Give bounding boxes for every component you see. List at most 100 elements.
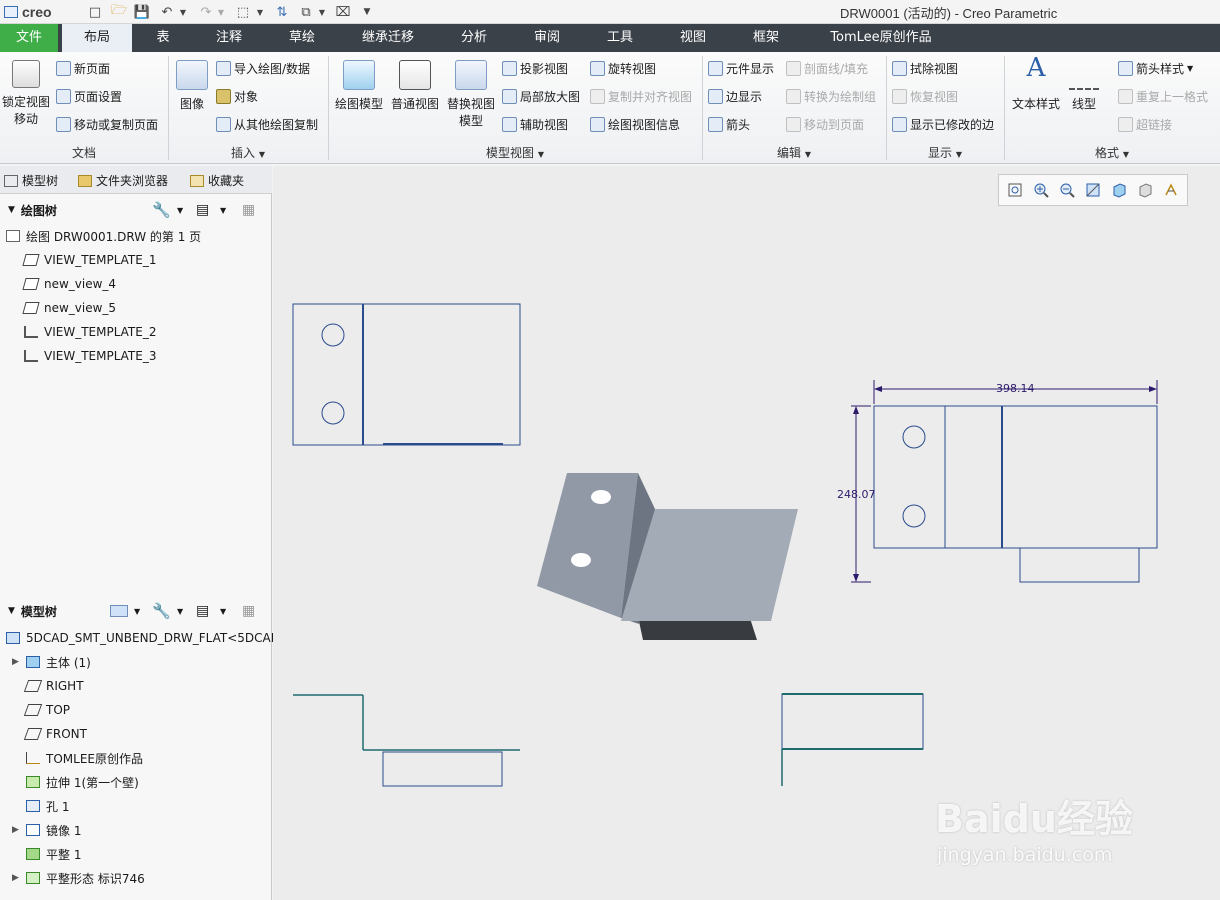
tree-filter-icon[interactable]: ▦ bbox=[242, 603, 255, 619]
regenerate-icon[interactable]: ⇅ bbox=[272, 3, 292, 21]
window-menu-icon[interactable] bbox=[4, 6, 18, 18]
tree-columns-icon[interactable]: ▤ bbox=[196, 603, 209, 619]
drawing-tree-item[interactable]: 绘图 DRW0001.DRW 的第 1 页 bbox=[6, 226, 201, 246]
undo-dropdown-icon[interactable]: ▼ bbox=[178, 3, 188, 21]
flat-view-right[interactable] bbox=[851, 380, 1158, 583]
flat-view-top-left[interactable] bbox=[292, 303, 521, 446]
copy-from-drawing-button[interactable]: 从其他绘图复制 bbox=[216, 116, 318, 133]
move-to-page-button[interactable]: 移动到页面 bbox=[786, 116, 864, 133]
convert-draft-button[interactable]: 转换为绘制组 bbox=[786, 88, 876, 105]
page-setup-button[interactable]: 页面设置 bbox=[56, 88, 122, 105]
edge-display-button[interactable]: 边显示 bbox=[708, 88, 762, 105]
group-label-model-views[interactable]: 模型视图 ▼ bbox=[328, 144, 702, 160]
close-window-icon[interactable]: ⌧ bbox=[334, 3, 352, 21]
revolved-view-button[interactable]: 旋转视图 bbox=[590, 60, 656, 77]
nav-tab-favorites[interactable]: 收藏夹 bbox=[190, 172, 244, 189]
show-modified-edges-button[interactable]: 显示已修改的边 bbox=[892, 116, 994, 133]
tab-table[interactable]: 表 bbox=[140, 24, 186, 52]
projection-view-button[interactable]: 投影视图 bbox=[502, 60, 568, 77]
expand-arrow-icon[interactable]: ▶ bbox=[12, 873, 20, 883]
tab-annotate[interactable]: 注释 bbox=[205, 24, 253, 52]
tree-settings-dropdown-icon[interactable]: ▼ bbox=[177, 206, 183, 215]
drawing-tree-item[interactable]: VIEW_TEMPLATE_3 bbox=[24, 346, 156, 366]
resume-view-button[interactable]: 恢复视图 bbox=[892, 88, 958, 105]
model-tree-item[interactable]: 5DCAD_SMT_UNBEND_DRW_FLAT<5DCAD bbox=[6, 628, 280, 648]
isometric-part-view[interactable] bbox=[537, 473, 798, 640]
model-tree-item[interactable]: 平整 1 bbox=[12, 844, 81, 864]
tab-tools[interactable]: 工具 bbox=[596, 24, 644, 52]
side-view-bottom-left[interactable] bbox=[293, 694, 520, 787]
model-tree-item[interactable]: ▶ 镜像 1 bbox=[12, 820, 81, 840]
undo-icon[interactable]: ↶ bbox=[157, 3, 177, 21]
copy-align-view-button[interactable]: 复制并对齐视图 bbox=[590, 88, 692, 105]
select-box-icon[interactable]: ⬚ bbox=[232, 3, 254, 21]
drawing-view-info-button[interactable]: 绘图视图信息 bbox=[590, 116, 680, 133]
customize-toolbar-icon[interactable]: ▼ bbox=[360, 3, 374, 21]
model-tree-item[interactable]: 拉伸 1(第一个壁) bbox=[12, 772, 139, 792]
tab-review[interactable]: 审阅 bbox=[523, 24, 571, 52]
redo-dropdown-icon[interactable]: ▼ bbox=[216, 3, 226, 21]
windows-icon[interactable]: ⧉ bbox=[296, 3, 316, 21]
element-display-button[interactable]: 元件显示 bbox=[708, 60, 774, 77]
import-drawing-button[interactable]: 导入绘图/数据 bbox=[216, 60, 310, 77]
text-style-button[interactable]: A 文本样式 bbox=[1008, 55, 1064, 113]
tree-filter-icon[interactable]: ▦ bbox=[242, 202, 255, 218]
redo-icon[interactable]: ↷ bbox=[196, 3, 216, 21]
tab-tomlee[interactable]: TomLee原创作品 bbox=[816, 24, 946, 52]
model-tree-item[interactable]: ▶ 主体 (1) bbox=[12, 652, 91, 672]
expand-arrow-icon[interactable]: ▶ bbox=[12, 657, 20, 667]
group-label-display[interactable]: 显示 ▼ bbox=[886, 144, 1004, 160]
collapse-icon[interactable]: ▼ bbox=[8, 205, 15, 215]
general-view-button[interactable]: 普通视图 bbox=[388, 60, 442, 113]
tab-legacy-migration[interactable]: 继承迁移 bbox=[352, 24, 424, 52]
windows-dropdown-icon[interactable]: ▼ bbox=[317, 3, 327, 21]
tree-columns-dropdown-icon[interactable]: ▼ bbox=[220, 607, 226, 616]
drawing-tree-item[interactable]: new_view_5 bbox=[22, 298, 116, 318]
open-folder-icon[interactable]: 🗁 bbox=[108, 3, 130, 21]
arrow-style-button[interactable]: 箭头样式 ▼ bbox=[1118, 60, 1193, 77]
drawing-tree-item[interactable]: new_view_4 bbox=[22, 274, 116, 294]
new-page-button[interactable]: 新页面 bbox=[56, 60, 110, 77]
dimension-width[interactable]: 398.14 bbox=[996, 382, 1035, 395]
model-tree-item[interactable]: FRONT bbox=[12, 724, 87, 744]
tree-settings-dropdown-icon[interactable]: ▼ bbox=[177, 607, 183, 616]
repeat-format-button[interactable]: 重复上一格式 bbox=[1118, 88, 1208, 105]
tree-settings-icon[interactable]: 🔧 bbox=[152, 602, 171, 620]
group-label-insert[interactable]: 插入 ▼ bbox=[168, 144, 328, 160]
hyperlink-button[interactable]: 超链接 bbox=[1118, 116, 1172, 133]
save-icon[interactable]: 💾 bbox=[133, 3, 151, 21]
tab-file[interactable]: 文件 bbox=[0, 24, 58, 52]
lock-view-move-button[interactable]: 锁定视图 移动 bbox=[0, 60, 52, 128]
expand-arrow-icon[interactable]: ▶ bbox=[12, 825, 20, 835]
replace-view-button[interactable]: 替换视图 模型 bbox=[444, 60, 498, 130]
model-display-dropdown-icon[interactable]: ▼ bbox=[134, 607, 140, 616]
drawing-tree-item[interactable]: VIEW_TEMPLATE_1 bbox=[22, 250, 156, 270]
tree-settings-icon[interactable]: 🔧 bbox=[152, 201, 171, 219]
xhatch-button[interactable]: 剖面线/填充 bbox=[786, 60, 868, 77]
arrow-button[interactable]: 箭头 bbox=[708, 116, 750, 133]
group-label-format[interactable]: 格式 ▼ bbox=[1004, 144, 1220, 160]
image-button[interactable]: 图像 bbox=[172, 60, 212, 113]
model-display-icon[interactable] bbox=[110, 605, 128, 617]
erase-view-button[interactable]: 拭除视图 bbox=[892, 60, 958, 77]
nav-tab-model-tree[interactable]: 模型树 bbox=[4, 172, 58, 189]
tab-analysis[interactable]: 分析 bbox=[450, 24, 498, 52]
new-file-icon[interactable]: □ bbox=[86, 3, 104, 21]
tab-framework[interactable]: 框架 bbox=[742, 24, 790, 52]
model-tree-item[interactable]: RIGHT bbox=[12, 676, 84, 696]
model-tree-item[interactable]: TOP bbox=[12, 700, 70, 720]
move-copy-page-button[interactable]: 移动或复制页面 bbox=[56, 116, 158, 133]
select-dropdown-icon[interactable]: ▼ bbox=[255, 3, 265, 21]
tab-view[interactable]: 视图 bbox=[669, 24, 717, 52]
side-view-bottom-right[interactable] bbox=[781, 693, 924, 786]
tree-columns-icon[interactable]: ▤ bbox=[196, 202, 209, 218]
line-style-button[interactable]: 线型 bbox=[1064, 60, 1104, 113]
tab-layout[interactable]: 布局 bbox=[62, 24, 132, 52]
collapse-icon[interactable]: ▼ bbox=[8, 606, 15, 616]
nav-tab-folder-browser[interactable]: 文件夹浏览器 bbox=[78, 172, 168, 189]
group-label-edit[interactable]: 编辑 ▼ bbox=[702, 144, 886, 160]
drawing-tree-item[interactable]: VIEW_TEMPLATE_2 bbox=[24, 322, 156, 342]
object-button[interactable]: 对象 bbox=[216, 88, 258, 105]
dimension-height[interactable]: 248.07 bbox=[837, 488, 876, 501]
model-tree-item[interactable]: TOMLEE原创作品 bbox=[12, 748, 143, 768]
